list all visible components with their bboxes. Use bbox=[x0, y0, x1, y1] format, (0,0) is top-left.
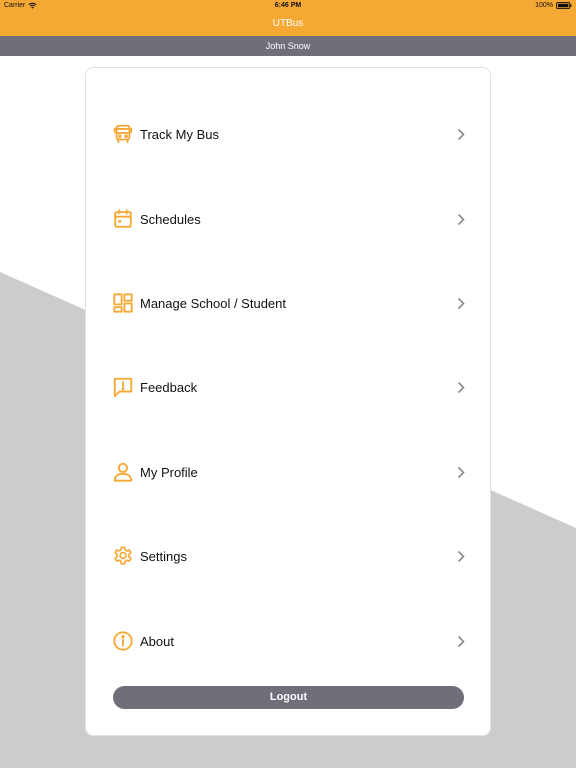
user-bar: John Snow bbox=[0, 36, 576, 56]
logout-button[interactable]: Logout bbox=[113, 686, 464, 709]
battery-percent: 100% bbox=[535, 2, 553, 9]
dashboard-icon bbox=[112, 292, 134, 314]
calendar-icon bbox=[112, 208, 134, 230]
info-icon bbox=[112, 630, 134, 652]
menu-item-manage-school-student[interactable]: Manage School / Student bbox=[112, 283, 466, 323]
battery-icon bbox=[556, 2, 572, 9]
menu-item-track-my-bus[interactable]: Track My Bus bbox=[112, 114, 466, 154]
app-title: UTBus bbox=[272, 18, 304, 29]
menu-item-label: Schedules bbox=[140, 211, 201, 227]
menu-item-about[interactable]: About bbox=[112, 621, 466, 661]
user-name: John Snow bbox=[265, 41, 311, 51]
user-icon bbox=[112, 461, 134, 483]
nav-bar: UTBus bbox=[0, 12, 576, 36]
menu-item-label: My Profile bbox=[140, 464, 198, 480]
menu-card: Track My Bus Schedules Manage School / S… bbox=[85, 67, 491, 736]
chevron-right-icon bbox=[456, 212, 466, 226]
menu-item-label: Settings bbox=[140, 548, 187, 564]
menu-item-label: About bbox=[140, 633, 174, 649]
chevron-right-icon bbox=[456, 465, 466, 479]
feedback-icon bbox=[112, 376, 134, 398]
bus-icon bbox=[112, 123, 134, 145]
menu-item-settings[interactable]: Settings bbox=[112, 536, 466, 576]
chevron-right-icon bbox=[456, 380, 466, 394]
chevron-right-icon bbox=[456, 634, 466, 648]
menu-item-label: Track My Bus bbox=[140, 126, 219, 142]
menu-item-label: Manage School / Student bbox=[140, 295, 286, 311]
status-bar: Carrier 6:46 PM 100% bbox=[0, 0, 576, 12]
menu-item-feedback[interactable]: Feedback bbox=[112, 367, 466, 407]
battery-info: 100% bbox=[535, 2, 572, 9]
menu-item-schedules[interactable]: Schedules bbox=[112, 199, 466, 239]
menu-item-my-profile[interactable]: My Profile bbox=[112, 452, 466, 492]
status-time: 6:46 PM bbox=[274, 2, 302, 9]
chevron-right-icon bbox=[456, 127, 466, 141]
chevron-right-icon bbox=[456, 296, 466, 310]
menu-item-label: Feedback bbox=[140, 379, 198, 395]
chevron-right-icon bbox=[456, 549, 466, 563]
gear-icon bbox=[112, 545, 134, 567]
